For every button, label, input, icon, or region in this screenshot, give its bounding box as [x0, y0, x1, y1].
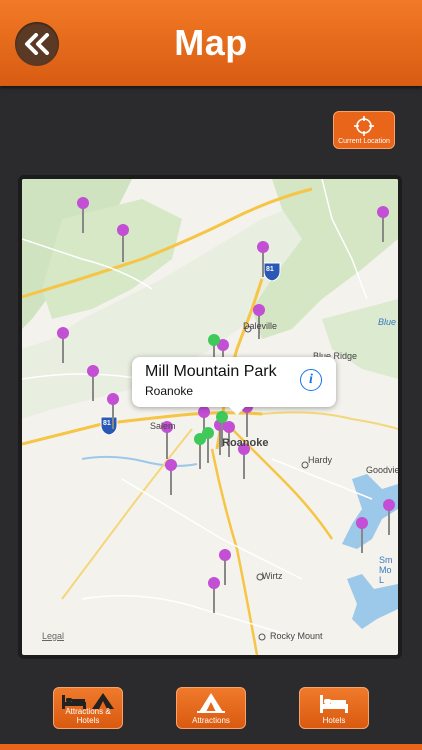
map-pin — [208, 577, 220, 613]
tab-hotels-label: Hotels — [322, 716, 346, 725]
current-location-label: Current Location — [338, 138, 390, 145]
current-location-button[interactable]: Current Location — [333, 111, 395, 149]
callout-subtitle: Roanoke — [145, 384, 194, 398]
map-pin — [165, 459, 177, 495]
map-label-hardy: Hardy — [308, 455, 333, 465]
map-base — [22, 179, 398, 655]
legal-link[interactable]: Legal — [42, 631, 64, 641]
map-label-i81-south: 81 — [103, 420, 111, 427]
info-icon[interactable]: i — [300, 369, 322, 391]
page-title: Map — [174, 22, 248, 63]
tab-attractions-hotels[interactable]: Attractions & Hotels — [53, 687, 123, 729]
callout-title: Mill Mountain Park — [145, 363, 277, 380]
map-label-goodview: Goodvie — [366, 465, 400, 475]
top-bar: Map — [0, 0, 422, 86]
callout-tail — [228, 406, 246, 415]
map-label-daleville: Daleville — [243, 321, 278, 331]
map-pin — [219, 549, 231, 585]
map-pin — [202, 427, 214, 463]
tent-icon — [197, 693, 225, 713]
tab-attractions-label: Attractions — [192, 716, 230, 725]
bottom-tab-bar: Attractions & Hotels Attractions Hotels — [0, 675, 422, 750]
map-label-blue: Blue — [378, 317, 397, 327]
map-view[interactable]: Daleville Blue Ridge Blue Salem Roanoke … — [18, 175, 402, 659]
tab-attractions-hotels-label: Attractions & Hotels — [65, 707, 111, 725]
bed-icon — [320, 695, 348, 713]
map-label-salem: Salem — [150, 421, 176, 431]
map-callout[interactable]: Mill Mountain Park Roanoke i — [132, 357, 336, 415]
tab-hotels[interactable]: Hotels — [299, 687, 369, 729]
crosshair-icon — [354, 116, 374, 136]
map-label-smith-mountain: Sm Mo L — [379, 555, 393, 585]
bottom-accent-strip — [0, 744, 422, 750]
tab-attractions[interactable]: Attractions — [176, 687, 246, 729]
map-label-wirtz: Wirtz — [262, 571, 283, 581]
map-label-rocky-mount: Rocky Mount — [270, 631, 323, 641]
map-label-i81-north: 81 — [266, 266, 274, 273]
map-label-roanoke: Roanoke — [222, 437, 269, 449]
